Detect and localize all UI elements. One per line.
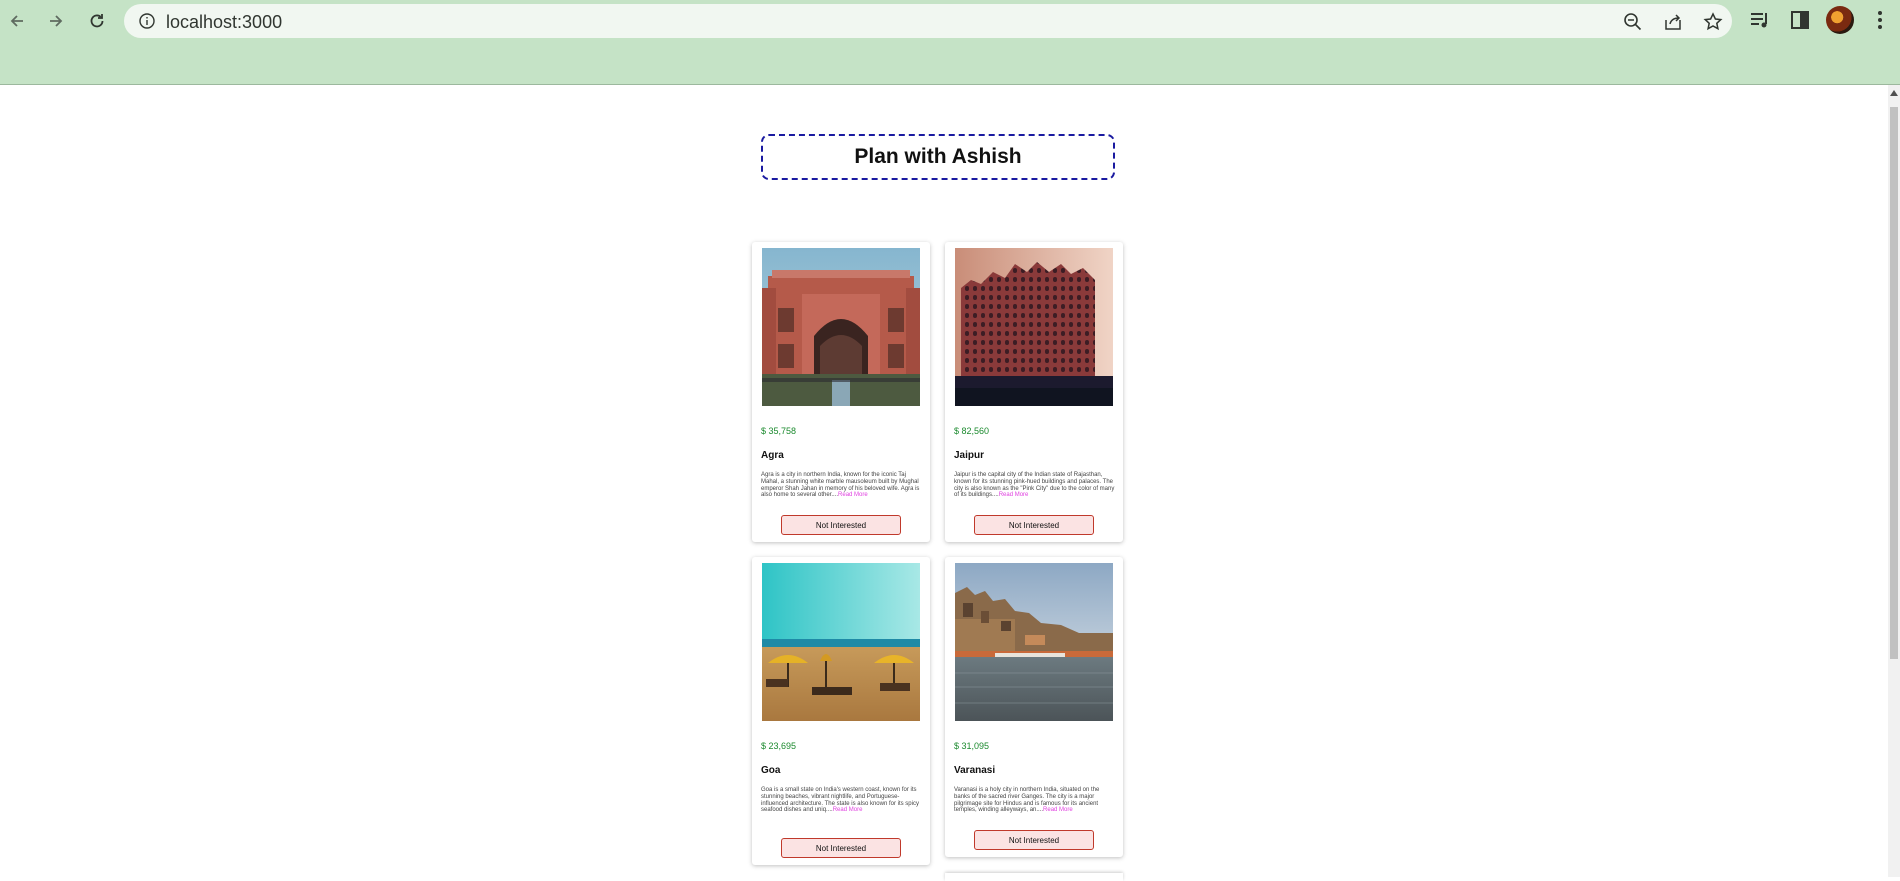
tour-image-goa (762, 563, 920, 721)
tour-card-varanasi: $ 31,095 Varanasi Varanasi is a holy cit… (945, 557, 1123, 857)
page-title: Plan with Ashish (761, 134, 1115, 180)
profile-avatar[interactable] (1826, 6, 1854, 34)
scroll-up-arrow-icon[interactable] (1890, 90, 1898, 96)
not-interested-button[interactable]: Not Interested (974, 830, 1094, 850)
tour-image-jaipur (955, 248, 1113, 406)
tour-card-jaipur: $ 82,560 Jaipur Jaipur is the capital ci… (945, 242, 1123, 542)
tour-description: Agra is a city in northern India, known … (761, 472, 923, 499)
side-panel-icon[interactable] (1788, 8, 1812, 32)
page-scrollbar[interactable] (1888, 85, 1900, 877)
not-interested-button[interactable]: Not Interested (781, 515, 901, 535)
tour-card-goa: $ 23,695 Goa Goa is a small state on Ind… (752, 557, 930, 865)
zoom-icon[interactable] (1622, 11, 1644, 33)
tour-image-varanasi (955, 563, 1113, 721)
tour-description: Varanasi is a holy city in northern Indi… (954, 787, 1116, 814)
read-more-link[interactable]: Read More (1043, 807, 1073, 813)
tour-description: Jaipur is the capital city of the Indian… (954, 472, 1116, 499)
forward-icon[interactable] (43, 8, 69, 34)
tour-card-agra: $ 35,758 Agra Agra is a city in northern… (752, 242, 930, 542)
bookmark-star-icon[interactable] (1702, 11, 1724, 33)
tour-name: Varanasi (954, 765, 996, 776)
menu-kebab-icon[interactable] (1868, 8, 1892, 32)
not-interested-button[interactable]: Not Interested (974, 515, 1094, 535)
url-text: localhost:3000 (166, 12, 283, 32)
tour-price: $ 23,695 (761, 741, 797, 751)
browser-toolbar: localhost:3000 (0, 0, 1900, 85)
tour-description-text: Varanasi is a holy city in northern Indi… (954, 787, 1100, 814)
scroll-thumb[interactable] (1890, 107, 1898, 659)
tour-card-partial (945, 873, 1123, 881)
share-icon[interactable] (1662, 11, 1684, 33)
tour-name: Agra (761, 450, 784, 461)
back-icon[interactable] (4, 8, 30, 34)
site-info-icon[interactable] (138, 12, 156, 30)
read-more-link[interactable]: Read More (838, 492, 868, 498)
address-bar[interactable]: localhost:3000 (124, 4, 1732, 38)
reload-icon[interactable] (84, 8, 110, 34)
tour-price: $ 35,758 (761, 426, 797, 436)
not-interested-button[interactable]: Not Interested (781, 838, 901, 858)
tour-price: $ 82,560 (954, 426, 990, 436)
tour-description-text: Jaipur is the capital city of the Indian… (954, 472, 1115, 499)
media-control-icon[interactable] (1748, 8, 1772, 32)
tour-name: Jaipur (954, 450, 985, 461)
tour-name: Goa (761, 765, 781, 776)
read-more-link[interactable]: Read More (833, 807, 863, 813)
tour-price: $ 31,095 (954, 741, 990, 751)
tour-description: Goa is a small state on India's western … (761, 787, 923, 814)
read-more-link[interactable]: Read More (999, 492, 1029, 498)
tour-image-agra (762, 248, 920, 406)
